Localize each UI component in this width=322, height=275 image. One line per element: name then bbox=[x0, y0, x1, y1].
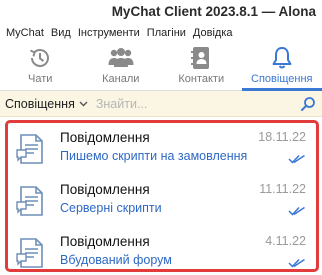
bell-icon bbox=[268, 45, 296, 71]
main-tabs: Чати Канали Контакти Сповіщення bbox=[0, 42, 322, 91]
tab-chats-label: Чати bbox=[28, 73, 53, 85]
item-date: 4.11.22 bbox=[265, 234, 306, 248]
list-item[interactable]: Повідомлення 11.11.22 Серверні скрипти bbox=[8, 177, 316, 223]
item-title: Повідомлення bbox=[60, 234, 150, 249]
document-message-icon bbox=[14, 184, 48, 218]
history-icon bbox=[26, 45, 54, 71]
filter-selected-label: Сповіщення bbox=[5, 96, 75, 111]
item-title: Повідомлення bbox=[60, 182, 150, 197]
menu-mychat[interactable]: MyChat bbox=[6, 27, 44, 39]
item-title: Повідомлення bbox=[60, 130, 150, 145]
title-bar: MyChat Client 2023.8.1 — Alona bbox=[0, 0, 322, 24]
item-date: 18.11.22 bbox=[258, 130, 306, 144]
window-title: MyChat Client 2023.8.1 — Alona bbox=[111, 4, 316, 19]
tab-chats[interactable]: Чати bbox=[0, 42, 81, 90]
tab-notifications-label: Сповіщення bbox=[251, 73, 313, 85]
item-subtitle: Пишемо скрипти на замовлення bbox=[60, 149, 248, 163]
tab-contacts[interactable]: Контакти bbox=[161, 42, 242, 90]
menu-help[interactable]: Довідка bbox=[193, 27, 233, 39]
tab-contacts-label: Контакти bbox=[178, 73, 225, 85]
search-input[interactable] bbox=[95, 93, 296, 114]
tab-channels[interactable]: Канали bbox=[81, 42, 162, 90]
double-check-icon bbox=[288, 256, 306, 268]
search-icon[interactable] bbox=[300, 96, 316, 112]
item-subtitle: Серверні скрипти bbox=[60, 201, 162, 215]
filter-bar: Сповіщення bbox=[0, 91, 322, 117]
chevron-down-icon bbox=[79, 101, 88, 107]
document-message-icon bbox=[14, 236, 48, 269]
tab-channels-label: Канали bbox=[102, 73, 140, 85]
menu-tools[interactable]: Інструменти bbox=[78, 27, 140, 39]
list-item[interactable]: Повідомлення 18.11.22 Пишемо скрипти на … bbox=[8, 125, 316, 171]
item-date: 11.11.22 bbox=[259, 182, 306, 196]
menu-bar: MyChat Вид Інструменти Плагіни Довідка bbox=[0, 24, 322, 42]
group-icon bbox=[107, 45, 135, 71]
document-message-icon bbox=[14, 132, 48, 166]
double-check-icon bbox=[288, 152, 306, 164]
menu-view[interactable]: Вид bbox=[51, 27, 71, 39]
tab-notifications[interactable]: Сповіщення bbox=[241, 42, 322, 91]
double-check-icon bbox=[288, 204, 306, 216]
filter-dropdown[interactable]: Сповіщення bbox=[0, 91, 88, 116]
item-subtitle: Вбудований форум bbox=[60, 253, 172, 267]
menu-plugins[interactable]: Плагіни bbox=[147, 27, 186, 39]
list-item[interactable]: Повідомлення 4.11.22 Вбудований форум bbox=[8, 229, 316, 269]
notification-list: Повідомлення 18.11.22 Пишемо скрипти на … bbox=[5, 120, 319, 272]
contacts-book-icon bbox=[187, 45, 215, 71]
